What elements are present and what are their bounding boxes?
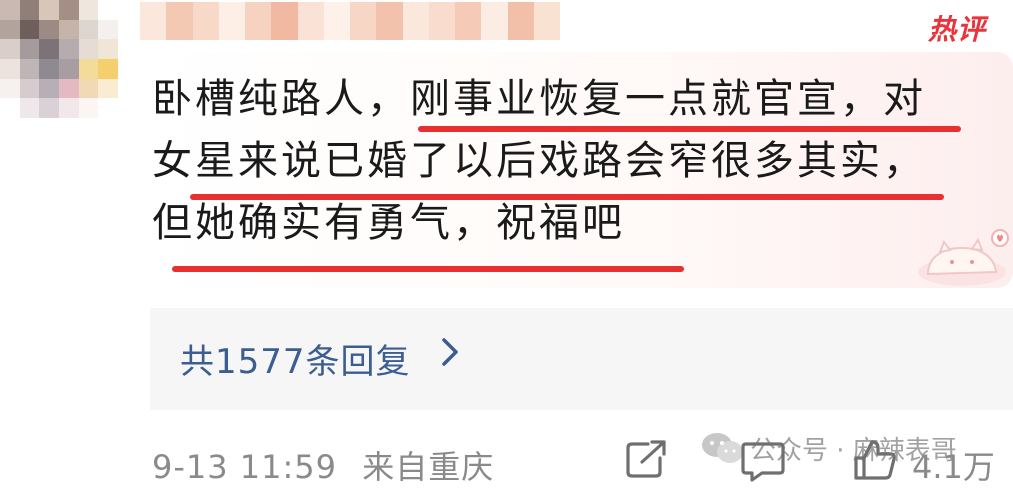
cat-sticker-icon: [918, 229, 1009, 286]
username-blurred[interactable]: [140, 2, 560, 40]
replies-count-link[interactable]: 共1577条回复: [180, 334, 411, 383]
like-count: 4.1万: [912, 448, 995, 486]
timestamp: 9-13 11:59: [152, 448, 338, 486]
comment-icon[interactable]: [740, 440, 786, 482]
replies-panel[interactable]: 共1577条回复: [150, 308, 1013, 410]
comment-text: 卧槽纯路人，刚事业恢复一点就官宣，对 女星来说已婚了以后戏路会窄很多其实， 但她…: [152, 68, 992, 254]
like-icon[interactable]: [852, 438, 898, 482]
share-icon[interactable]: [624, 440, 668, 480]
highlight-underline: [172, 266, 684, 272]
location: 来自重庆: [362, 448, 495, 486]
comment-line: 卧槽纯路人，刚事业恢复一点就官宣，对: [152, 76, 926, 122]
hot-comment-badge: 热评: [928, 13, 987, 46]
comment-line: 但她确实有勇气，祝福吧: [152, 200, 625, 246]
highlight-underline: [418, 126, 961, 132]
wechat-logo-icon: [702, 433, 743, 463]
highlight-underline: [190, 194, 944, 200]
avatar[interactable]: [0, 0, 118, 118]
comment-meta: 9-13 11:59 来自重庆: [152, 442, 494, 488]
chevron-right-icon[interactable]: [440, 332, 462, 381]
comment-line: 女星来说已婚了以后戏路会窄很多其实，: [152, 138, 926, 184]
